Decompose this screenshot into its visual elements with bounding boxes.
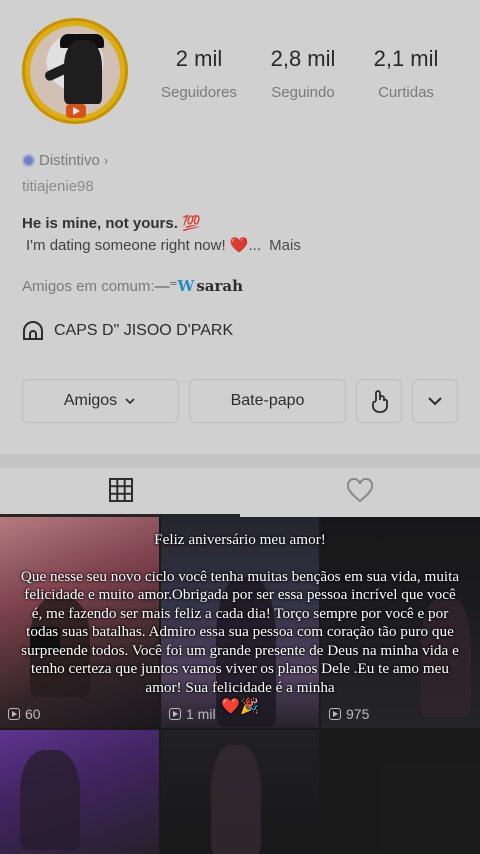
tab-videos[interactable] bbox=[108, 477, 134, 508]
friend-decoration-icon: —⁼ bbox=[154, 278, 178, 295]
chevron-right-icon: › bbox=[103, 153, 109, 168]
share-hand-icon bbox=[372, 390, 388, 413]
location-text: CAPS D" JISOO D'PARK bbox=[54, 322, 234, 339]
birthday-message: Feliz aniversário meu amor! Que nesse se… bbox=[20, 530, 460, 696]
badge-icon bbox=[22, 154, 35, 167]
likes-count: 2,1 mil bbox=[373, 46, 439, 71]
profile-header: 2 mil Seguidores 2,8 mil Seguindo 2,1 mi… bbox=[0, 0, 480, 517]
following-label: Seguindo bbox=[271, 84, 335, 101]
likes-stat[interactable]: 2,1 mil Curtidas bbox=[356, 46, 456, 101]
play-icon bbox=[8, 708, 20, 720]
likes-label: Curtidas bbox=[378, 84, 434, 101]
followers-count: 2 mil bbox=[175, 46, 223, 71]
following-count: 2,8 mil bbox=[270, 46, 336, 71]
grid-icon bbox=[109, 478, 133, 502]
bio-line-2-container: I'm dating someone right now! ❤️... Mais bbox=[26, 236, 301, 254]
message-emojis: ❤️🎉 bbox=[221, 697, 259, 715]
bio-line-1: He is mine, not yours. 💯 bbox=[22, 215, 201, 232]
share-button[interactable] bbox=[356, 379, 402, 423]
mutual-friends-label: Amigos em comum: bbox=[22, 277, 155, 295]
username: titiajenie98 bbox=[22, 178, 94, 195]
mutual-friends[interactable]: Amigos em comum: —⁼ W sarah bbox=[22, 277, 243, 295]
profile-avatar[interactable] bbox=[22, 18, 128, 124]
chat-button[interactable]: Bate-papo bbox=[189, 379, 346, 423]
video-thumb-4[interactable] bbox=[0, 730, 159, 854]
story-text-overlay: Feliz aniversário meu amor! Que nesse se… bbox=[20, 512, 460, 734]
bio-more-link[interactable]: Mais bbox=[269, 237, 301, 254]
badge-label: Distintivo bbox=[39, 152, 100, 169]
badge-link[interactable]: Distintivo › bbox=[22, 152, 108, 169]
location-dome-icon bbox=[23, 321, 43, 340]
friends-button[interactable]: Amigos bbox=[22, 379, 179, 423]
friend-w-icon: W bbox=[177, 277, 195, 295]
chevron-down-icon bbox=[428, 397, 442, 406]
empty-grid-slot bbox=[321, 730, 480, 854]
friends-button-label: Amigos bbox=[63, 392, 118, 409]
mutual-friend-name: sarah bbox=[196, 277, 244, 295]
heart-icon bbox=[346, 477, 374, 503]
avatar-photo bbox=[30, 26, 120, 116]
chat-button-label: Bate-papo bbox=[230, 392, 305, 409]
bio-line-2: I'm dating someone right now! ❤️... bbox=[26, 237, 261, 254]
tab-liked[interactable] bbox=[346, 477, 374, 509]
live-play-icon bbox=[66, 104, 86, 118]
location-row[interactable]: CAPS D" JISOO D'PARK bbox=[22, 321, 233, 341]
following-stat[interactable]: 2,8 mil Seguindo bbox=[253, 46, 353, 101]
followers-label: Seguidores bbox=[161, 84, 237, 101]
chevron-down-icon bbox=[125, 398, 135, 405]
followers-stat[interactable]: 2 mil Seguidores bbox=[149, 46, 249, 101]
section-divider bbox=[0, 454, 480, 468]
video-thumb-5[interactable] bbox=[161, 730, 319, 854]
more-options-button[interactable] bbox=[412, 379, 458, 423]
